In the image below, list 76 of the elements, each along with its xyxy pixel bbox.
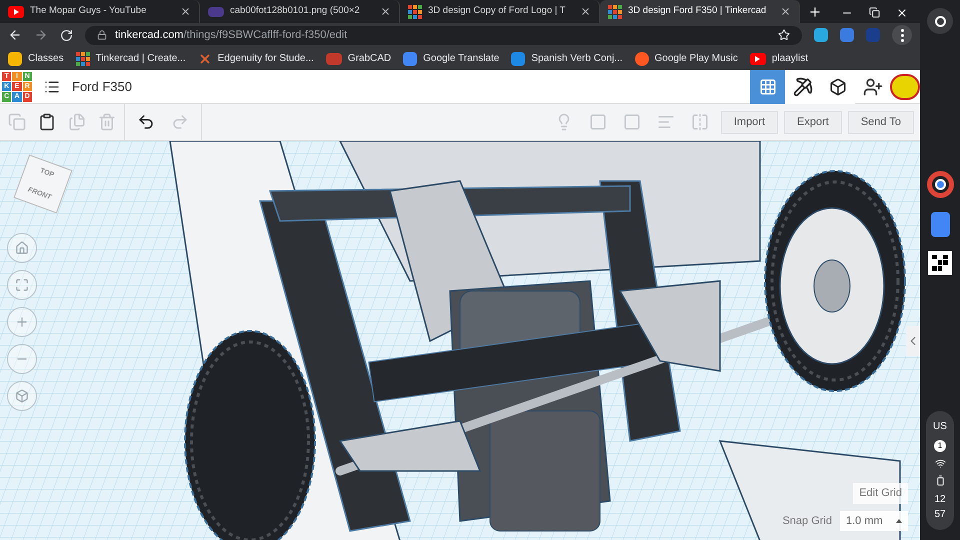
paste-icon[interactable] <box>38 113 56 131</box>
tab-title: 3D design Copy of Ford Logo | T <box>428 4 566 18</box>
bookmark-label: Google Play Music <box>654 52 738 66</box>
profile-avatar[interactable] <box>890 74 920 100</box>
reload-icon[interactable] <box>60 28 73 42</box>
toolbar-button[interactable]: Send To <box>848 110 914 134</box>
bookmark-label: Edgenuity for Stude... <box>218 52 314 66</box>
battery-icon <box>934 475 946 486</box>
menu-icon[interactable] <box>892 25 912 45</box>
home-icon <box>15 241 29 255</box>
bookmark-item[interactable]: Tinkercad | Create... <box>76 51 186 66</box>
plus-icon <box>15 315 29 329</box>
undo-icon[interactable] <box>137 113 155 131</box>
lock-icon <box>97 30 107 40</box>
tab-title: 3D design Ford F350 | Tinkercad <box>628 4 768 18</box>
colored-grid-icon <box>608 4 622 18</box>
new-tab-icon[interactable] <box>808 5 822 19</box>
bookmark-item[interactable]: Google Translate <box>403 51 500 66</box>
clock-minute: 57 <box>934 508 946 522</box>
bookmark-label: plaaylist <box>772 52 808 66</box>
status-tray[interactable]: US 1 12 57 <box>926 411 954 530</box>
video-logo-icon <box>750 52 766 64</box>
url-host: tinkercad.com <box>115 28 184 43</box>
toolbar-button[interactable]: Export <box>784 110 842 134</box>
bookmark-star-icon[interactable] <box>778 29 790 41</box>
url-path: /things/f9SBWCaflff-ford-f350/edit <box>183 28 348 43</box>
toolbar-button[interactable]: Import <box>720 110 778 134</box>
browser-app-icon[interactable] <box>926 170 954 198</box>
cube-icon <box>828 78 846 96</box>
browser-tab[interactable]: 3D design Ford F350 | Tinkercad <box>600 0 800 23</box>
square-app-icon <box>511 52 526 66</box>
frame-corners-icon <box>15 278 29 292</box>
video-logo-icon <box>8 6 24 18</box>
colored-grid-icon <box>408 4 422 18</box>
bookmark-label: GrabCAD <box>348 52 392 66</box>
pickaxe-icon <box>792 76 812 96</box>
tab-title: cab00fot128b0101.png (500×2 <box>230 4 361 18</box>
cube-icon <box>15 389 29 403</box>
address-field[interactable]: tinkercad.com/things/f9SBWCaflff-ford-f350/edit <box>85 26 802 44</box>
bookmark-label: Classes <box>28 52 64 66</box>
bookmark-label: Spanish Verb Conj... <box>531 52 622 66</box>
cross-icon <box>198 52 212 66</box>
snap-grid-label: Snap Grid <box>782 514 832 529</box>
close-icon[interactable] <box>780 6 791 17</box>
colored-grid-icon <box>76 52 90 66</box>
extension-icon[interactable] <box>814 28 828 42</box>
qr-code-app-icon[interactable] <box>928 250 952 274</box>
tab-title: The Mopar Guys - YouTube <box>30 4 148 18</box>
snap-grid-dropdown[interactable]: 1.0 mm <box>840 511 908 531</box>
close-icon[interactable] <box>380 6 391 17</box>
caret-icon <box>896 519 902 523</box>
bookmark-item[interactable]: Google Play Music <box>634 51 738 66</box>
forward-icon[interactable] <box>34 28 48 42</box>
bookmark-item[interactable]: Edgenuity for Stude... <box>198 51 314 66</box>
document-app-icon[interactable] <box>930 212 950 236</box>
wifi-icon <box>934 458 946 469</box>
clock-hour: 12 <box>934 493 946 507</box>
keyboard-layout: US <box>933 420 947 434</box>
design-list-icon[interactable] <box>44 78 60 94</box>
bookmark-item[interactable]: Classes <box>8 51 64 66</box>
bookmark-item[interactable]: plaaylist <box>750 51 808 66</box>
bookmark-item[interactable]: Spanish Verb Conj... <box>511 51 622 66</box>
close-icon[interactable] <box>580 6 591 17</box>
bookmark-item[interactable]: GrabCAD <box>326 51 392 66</box>
bookmark-label: Tinkercad | Create... <box>96 52 186 66</box>
restore-icon[interactable] <box>869 7 880 19</box>
close-icon[interactable] <box>896 7 908 19</box>
launcher-icon[interactable] <box>927 8 953 34</box>
notification-count: 1 <box>934 440 946 452</box>
design-title[interactable]: Ford F350 <box>72 76 132 96</box>
extension-icon[interactable] <box>840 28 854 42</box>
edit-grid-button[interactable]: Edit Grid <box>853 483 908 504</box>
grid-icon <box>758 78 776 96</box>
close-icon[interactable] <box>180 6 191 17</box>
back-icon[interactable] <box>8 28 22 42</box>
bookmark-label: Google Translate <box>423 52 500 66</box>
